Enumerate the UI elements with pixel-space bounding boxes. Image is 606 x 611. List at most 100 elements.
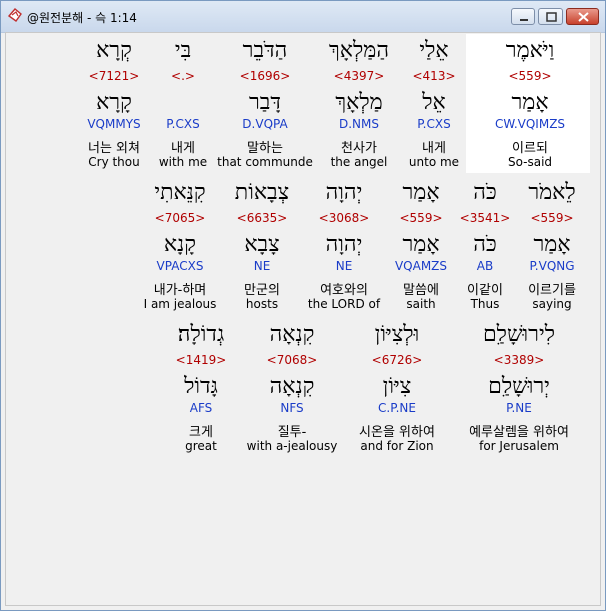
korean-gloss: 만군의: [244, 283, 280, 298]
english-gloss: Cry thou: [88, 155, 140, 169]
hebrew-lemma: יְרוּשָׁלִַם: [488, 374, 550, 399]
app-window: @원전분해 - 슥 1:14 וַיֹּאמֶר <559> אָמַר CW.VQI…: [0, 0, 606, 611]
minimize-button[interactable]: [511, 8, 535, 25]
english-gloss: hosts: [245, 297, 279, 311]
hebrew-lemma: קָרָא: [96, 90, 132, 115]
strong-number: <1419>: [175, 353, 227, 367]
hebrew-word: יְהוָה: [325, 180, 363, 205]
hebrew-word: קְרָא: [96, 38, 132, 63]
strong-number: <6726>: [371, 353, 423, 367]
english-gloss: the angel: [330, 155, 388, 169]
strong-number: <3389>: [493, 353, 545, 367]
korean-gloss: 너는 외쳐: [88, 141, 140, 156]
hebrew-word: הַמַּלְאָךְ: [329, 38, 389, 63]
hebrew-word: צְבָאוֹת: [234, 180, 290, 205]
hebrew-word: אֵלַי: [419, 38, 449, 63]
strong-number: <7121>: [88, 69, 140, 83]
parsing-code: AFS: [189, 401, 213, 415]
hebrew-word: בִּי: [174, 38, 192, 63]
parsing-code: AB: [476, 259, 494, 273]
strong-number: <7065>: [154, 211, 206, 225]
parsing-code: VQMMYS: [87, 117, 141, 131]
hebrew-lemma: דָּבַר: [249, 90, 281, 115]
english-gloss: with me: [158, 155, 208, 169]
hebrew-lemma: מַלְאָךְ: [335, 90, 383, 115]
english-gloss: saying: [532, 297, 572, 311]
hebrew-lemma: קָנָא: [163, 232, 197, 257]
korean-gloss: 천사가: [341, 141, 377, 156]
parsing-code: P.CXS: [417, 117, 451, 131]
parsing-code: D.VQPA: [242, 117, 288, 131]
close-button[interactable]: [566, 8, 599, 25]
korean-gloss: 크게: [189, 425, 213, 440]
english-gloss: So-said: [507, 155, 553, 169]
title-bar[interactable]: @원전분해 - 슥 1:14: [1, 1, 605, 33]
korean-gloss: 이르기를: [528, 283, 576, 298]
maximize-icon: [546, 12, 557, 22]
parsing-code: D.NMS: [338, 117, 380, 131]
parsing-code: CW.VQIMZS: [494, 117, 566, 131]
hebrew-lemma: אָמַר: [511, 90, 549, 115]
korean-gloss: 말하는: [247, 141, 283, 156]
korean-gloss: 이같이: [467, 283, 503, 298]
hebrew-lemma: אָמַר: [533, 232, 571, 257]
app-icon: [7, 8, 22, 22]
hebrew-word: גְדוֹלָה׃: [177, 322, 225, 347]
english-gloss: unto me: [408, 155, 460, 169]
hebrew-lemma: יְהוָה: [325, 232, 363, 257]
korean-gloss: 질투-: [277, 425, 307, 440]
window-title: @원전분해 - 슥 1:14: [27, 11, 137, 25]
hebrew-word: לֵאמֹר: [528, 180, 576, 205]
close-icon: [578, 12, 589, 22]
verse-analysis-panel[interactable]: וַיֹּאמֶר <559> אָמַר CW.VQIMZS 이르되 So-said אֵ…: [5, 32, 601, 606]
english-gloss: saith: [406, 297, 436, 311]
parsing-code: NE: [253, 259, 271, 273]
korean-gloss: 말씀에: [403, 283, 439, 298]
hebrew-lemma: אֵל: [422, 90, 446, 115]
strong-number: <6635>: [236, 211, 288, 225]
hebrew-word: קִנְאָה: [269, 322, 315, 347]
parsing-code: C.P.NE: [378, 401, 416, 415]
strong-number: <3541>: [459, 211, 511, 225]
korean-gloss: 내게: [171, 141, 195, 156]
strong-number: <413>: [412, 69, 456, 83]
strong-number: <559>: [530, 211, 574, 225]
english-gloss: that communde: [217, 155, 313, 169]
korean-gloss: 이르되: [512, 141, 548, 156]
korean-gloss: 여호와의: [320, 283, 368, 298]
hebrew-lemma: אָמַר: [402, 232, 440, 257]
parsing-code: NFS: [280, 401, 304, 415]
hebrew-word: לִירוּשָׁלִַם: [482, 322, 556, 347]
parsing-code: VQAMZS: [394, 259, 448, 273]
parsing-code: P.NE: [506, 401, 532, 415]
english-gloss: great: [185, 439, 217, 453]
english-gloss: for Jerusalem: [479, 439, 559, 453]
english-gloss: the LORD of: [307, 297, 381, 311]
english-gloss: with a-jealousy: [246, 439, 338, 453]
english-gloss: Thus: [470, 297, 500, 311]
hebrew-lemma: קִנְאָה: [269, 374, 315, 399]
strong-number: <4397>: [333, 69, 385, 83]
maximize-button[interactable]: [538, 8, 563, 25]
parsing-code: P.VQNG: [529, 259, 575, 273]
strong-number: <7068>: [266, 353, 318, 367]
hebrew-lemma: כֹּה: [473, 232, 497, 257]
strong-number: <1696>: [239, 69, 291, 83]
english-gloss: and for Zion: [360, 439, 434, 453]
hebrew-word: וַיֹּאמֶר: [505, 38, 555, 63]
english-gloss: I am jealous: [143, 297, 217, 311]
parsing-code: P.CXS: [166, 117, 200, 131]
hebrew-word: הַדֹּבֵר: [242, 38, 288, 63]
hebrew-word: כֹּה: [473, 180, 497, 205]
parsing-code: VPACXS: [156, 259, 204, 273]
strong-number: <559>: [399, 211, 443, 225]
strong-number: <559>: [508, 69, 552, 83]
korean-gloss: 예루살렘을 위하여: [469, 425, 569, 440]
strong-number: <3068>: [318, 211, 370, 225]
minimize-icon: [520, 19, 528, 21]
hebrew-word: אָמַר: [402, 180, 440, 205]
parsing-code: NE: [335, 259, 353, 273]
korean-gloss: 내게: [422, 141, 446, 156]
strong-number: <.>: [171, 69, 195, 83]
hebrew-lemma: צָבָא: [244, 232, 280, 257]
